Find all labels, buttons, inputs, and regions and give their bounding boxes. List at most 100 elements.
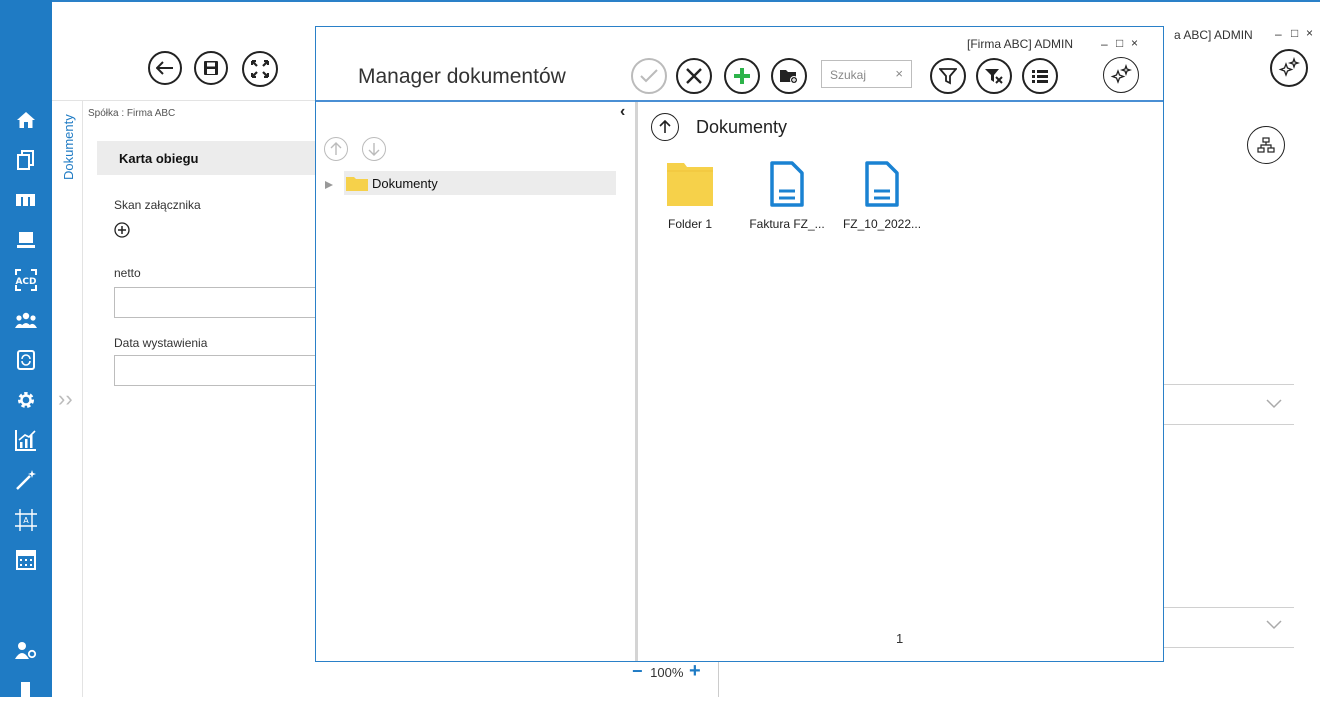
dialog-close-button[interactable]: × <box>1131 36 1138 50</box>
page-number[interactable]: 1 <box>896 631 903 646</box>
add-button[interactable] <box>724 58 760 94</box>
search-clear-button[interactable]: × <box>895 66 903 81</box>
date-label: Data wystawienia <box>114 336 208 350</box>
calculator-icon[interactable] <box>0 543 52 577</box>
ai-assistant-button[interactable] <box>1270 49 1308 87</box>
hierarchy-button[interactable] <box>1247 126 1285 164</box>
documents-icon[interactable] <box>0 143 52 177</box>
document-manager-dialog: Manager dokumentów [Firma ABC] ADMIN – □… <box>315 26 1164 662</box>
cancel-button[interactable] <box>676 58 712 94</box>
dialog-toolbar-divider <box>316 100 1163 102</box>
divider <box>1164 424 1294 425</box>
dialog-user-info: [Firma ABC] ADMIN <box>967 37 1074 51</box>
svg-text:A: A <box>23 516 29 525</box>
move-up-button[interactable] <box>324 137 348 161</box>
document-refresh-icon[interactable] <box>0 343 52 377</box>
file-name: FZ_10_2022... <box>842 217 922 231</box>
expand-icon <box>251 60 269 78</box>
back-button[interactable] <box>148 51 182 85</box>
ai-assistant-button[interactable] <box>1103 57 1139 93</box>
plus-icon <box>733 67 751 85</box>
netto-label: netto <box>114 266 141 280</box>
document-icon <box>767 161 807 207</box>
tree-item[interactable]: Dokumenty <box>344 171 616 195</box>
netto-input[interactable] <box>114 287 324 318</box>
sparkles-icon <box>1110 64 1132 86</box>
top-border <box>0 0 1320 2</box>
divider <box>52 100 322 101</box>
dialog-maximize-button[interactable]: □ <box>1116 36 1123 50</box>
attachment-label: Skan załącznika <box>114 198 201 212</box>
computer-icon[interactable] <box>0 223 52 257</box>
divider <box>82 100 83 697</box>
check-icon <box>640 69 658 83</box>
close-button[interactable]: × <box>1306 26 1313 40</box>
sidebar: ACD A <box>0 0 52 699</box>
plus-circle-icon <box>114 222 130 242</box>
save-button[interactable] <box>194 51 228 85</box>
folder-item[interactable]: Folder 1 <box>644 161 736 231</box>
section-header[interactable]: Karta obiegu <box>97 141 322 175</box>
add-attachment-button[interactable] <box>114 222 130 243</box>
clear-filter-button[interactable] <box>976 58 1012 94</box>
arrow-down-icon <box>368 142 380 156</box>
divider <box>1164 647 1294 648</box>
filter-clear-icon <box>984 67 1004 85</box>
list-view-button[interactable] <box>1022 58 1058 94</box>
hierarchy-icon <box>1257 137 1275 153</box>
list-icon <box>1031 68 1049 84</box>
panel-splitter[interactable] <box>635 102 638 661</box>
minimize-button[interactable]: – <box>1275 27 1282 41</box>
file-name: Folder 1 <box>667 217 713 231</box>
company-label: Spółka : Firma ABC <box>88 108 176 119</box>
dialog-minimize-button[interactable]: – <box>1101 37 1108 51</box>
collapse-panel-button[interactable]: ‹ <box>620 103 625 121</box>
zoom-control: − 100% + <box>632 660 701 683</box>
confirm-button[interactable] <box>631 58 667 94</box>
kanban-icon[interactable] <box>0 183 52 217</box>
fullscreen-button[interactable] <box>242 51 278 87</box>
wand-icon[interactable] <box>0 463 52 497</box>
search-input[interactable]: Szukaj × <box>821 60 912 88</box>
arrow-up-icon <box>330 142 342 156</box>
arrow-left-icon <box>156 61 174 75</box>
zoom-out-button[interactable]: − <box>632 661 643 681</box>
expand-panel-button[interactable]: ›› <box>58 386 73 412</box>
move-down-button[interactable] <box>362 137 386 161</box>
chevron-down-icon[interactable] <box>1266 396 1282 412</box>
dialog-title: Manager dokumentów <box>358 65 566 88</box>
folder-icon <box>666 161 714 207</box>
add-folder-button[interactable] <box>771 58 807 94</box>
frame-icon[interactable]: A <box>0 503 52 537</box>
home-icon[interactable] <box>0 103 52 137</box>
user-settings-icon[interactable] <box>0 633 52 667</box>
filter-icon <box>939 67 957 85</box>
zoom-in-button[interactable]: + <box>689 660 701 682</box>
divider <box>718 660 719 697</box>
date-input[interactable] <box>114 355 324 386</box>
filter-button[interactable] <box>930 58 966 94</box>
maximize-button[interactable]: □ <box>1291 26 1298 40</box>
breadcrumb: Dokumenty <box>696 117 788 137</box>
ocr-icon[interactable]: ACD <box>0 263 52 297</box>
divider <box>1164 607 1294 608</box>
chart-icon[interactable] <box>0 423 52 457</box>
document-item[interactable]: FZ_10_2022... <box>836 161 928 231</box>
x-icon <box>686 68 702 84</box>
file-name: Faktura FZ_... <box>749 217 825 231</box>
tab-dokumenty[interactable]: Dokumenty <box>58 100 80 200</box>
sparkles-icon <box>1278 57 1300 79</box>
folder-add-icon <box>779 68 799 84</box>
chevron-down-icon[interactable] <box>1266 617 1282 633</box>
floppy-icon <box>203 60 219 76</box>
tree-expand-icon[interactable] <box>324 177 334 195</box>
settings-icon[interactable] <box>0 383 52 417</box>
document-item[interactable]: Faktura FZ_... <box>741 161 833 231</box>
svg-text:ACD: ACD <box>15 277 36 287</box>
navigate-up-button[interactable] <box>651 113 679 141</box>
user-info: a ABC] ADMIN <box>1174 28 1253 42</box>
users-group-icon[interactable] <box>0 303 52 337</box>
zoom-value: 100% <box>650 665 684 680</box>
divider <box>1164 384 1294 385</box>
door-icon[interactable] <box>0 672 52 706</box>
